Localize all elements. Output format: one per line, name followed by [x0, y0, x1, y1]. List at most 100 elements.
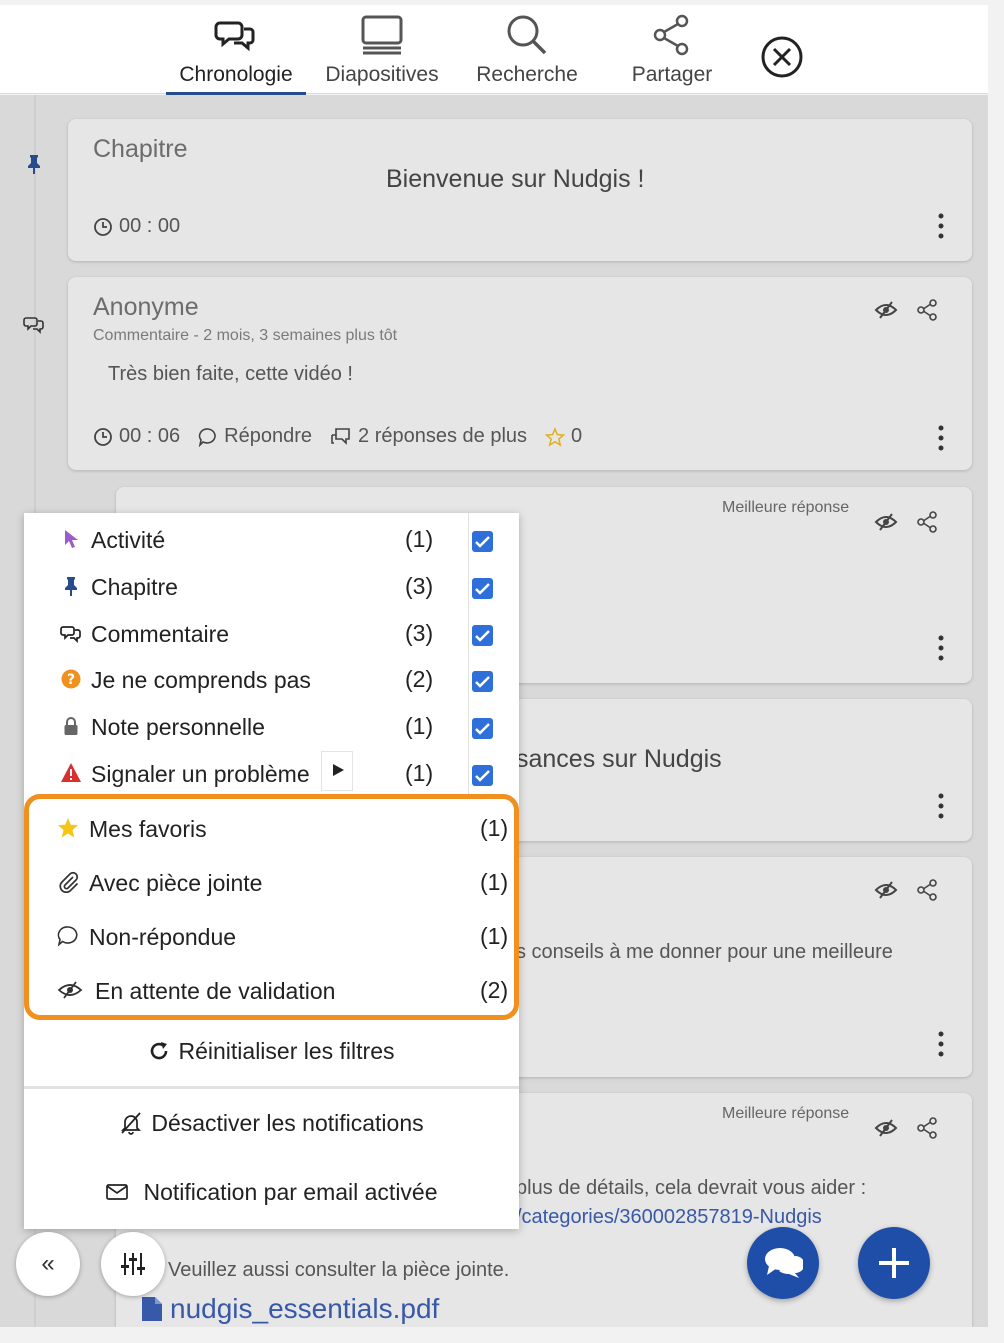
kebab-menu-icon[interactable] — [938, 793, 944, 819]
filter-label: Avec pièce jointe — [89, 870, 263, 896]
filter-label: Non-répondue — [89, 924, 237, 950]
filter-row-avec-piece-jointe[interactable]: Avec pièce jointe (1) — [29, 857, 514, 907]
filter-label: Mes favoris — [89, 816, 207, 842]
tab-recherche[interactable]: Recherche — [462, 13, 592, 95]
filter-checkbox[interactable] — [472, 718, 493, 739]
clock-icon — [94, 427, 112, 446]
eye-slash-icon[interactable] — [874, 879, 898, 901]
filter-row-signaler-un-probleme[interactable]: Signaler un problème (1) — [24, 752, 519, 796]
chat-bubbles-icon — [23, 317, 44, 334]
comment-author: Anonyme — [93, 293, 199, 321]
filter-row-non-repondue[interactable]: Non-répondue (1) — [29, 911, 514, 961]
add-fab[interactable] — [858, 1227, 930, 1299]
best-answer-label: Meilleure réponse — [722, 1105, 850, 1122]
share-icon[interactable] — [916, 879, 938, 901]
answer-link[interactable]: /categories/360002857819-Nudgis — [516, 1206, 822, 1229]
search-icon — [507, 15, 547, 55]
file-icon — [142, 1297, 162, 1321]
warning-icon — [61, 763, 81, 782]
clock-icon — [94, 217, 112, 236]
filter-label: Chapitre — [91, 574, 178, 600]
kebab-menu-icon[interactable] — [938, 213, 944, 239]
card-type: Chapitre — [93, 135, 188, 163]
disable-notifications-label: Désactiver les notifications — [151, 1109, 424, 1136]
tab-diapositives[interactable]: Diapositives — [316, 13, 448, 95]
more-replies-link[interactable]: 2 réponses de plus — [358, 425, 527, 448]
filter-count: (1) — [405, 760, 434, 786]
tab-partager[interactable]: Partager — [620, 13, 724, 95]
plus-icon — [879, 1248, 909, 1278]
chat-bubble-icon — [198, 427, 216, 447]
replies-icon — [331, 427, 350, 445]
sliders-icon — [121, 1253, 145, 1275]
answer-text: plus de détails, cela devrait vous aider… — [516, 1177, 867, 1199]
attachment-link[interactable]: nudgis_essentials.pdf — [140, 1293, 439, 1325]
chat-bubbles-icon — [214, 21, 255, 52]
star-outline-icon[interactable] — [545, 426, 566, 447]
filter-checkbox[interactable] — [472, 578, 493, 599]
chapter-card[interactable]: Chapitre Bienvenue sur Nudgis ! 00 : 00 — [68, 119, 972, 261]
chapter-title: sances sur Nudgis — [516, 745, 722, 773]
envelope-icon — [106, 1184, 129, 1200]
reply-link[interactable]: Répondre — [224, 425, 312, 448]
filter-count: (2) — [405, 666, 434, 692]
pin-icon — [28, 155, 40, 174]
filter-row-mes-favoris[interactable]: Mes favoris (1) — [29, 803, 514, 853]
star-icon — [58, 818, 78, 838]
filter-row-activite[interactable]: Activité (1) — [24, 518, 519, 562]
card-actions — [874, 1117, 938, 1139]
eye-slash-icon — [57, 981, 83, 999]
timestamp[interactable]: 00 : 06 — [119, 425, 180, 448]
pin-icon — [65, 577, 77, 596]
disable-notifications-button[interactable]: Désactiver les notifications — [24, 1108, 519, 1138]
filter-checkbox[interactable] — [472, 765, 493, 786]
eye-slash-icon[interactable] — [874, 511, 898, 533]
collapse-button[interactable]: « — [16, 1232, 80, 1296]
filter-checkbox[interactable] — [472, 625, 493, 646]
filter-row-chapitre[interactable]: Chapitre (3) — [24, 565, 519, 609]
filter-row-en-attente-de-validation[interactable]: En attente de validation (2) — [29, 965, 514, 1015]
card-footer: 00 : 06 Répondre 2 réponses de plus 0 — [93, 425, 582, 448]
kebab-menu-icon[interactable] — [938, 425, 944, 451]
reset-filters-label: Réinitialiser les filtres — [178, 1037, 395, 1064]
submenu-expand-button[interactable] — [321, 751, 353, 791]
filters-button[interactable] — [101, 1232, 165, 1296]
chapter-title: Bienvenue sur Nudgis ! — [386, 165, 645, 193]
chat-bubble-icon — [57, 926, 78, 947]
filter-count: (1) — [405, 526, 434, 552]
reset-filters-button[interactable]: Réinitialiser les filtres — [24, 1036, 519, 1066]
comment-text: Très bien faite, cette vidéo ! — [108, 363, 353, 385]
top-nav: Chronologie Diapositives Recherche Parta… — [0, 0, 988, 95]
tab-chronologie[interactable]: Chronologie — [166, 13, 306, 95]
share-icon[interactable] — [916, 299, 938, 321]
comment-card[interactable]: Anonyme Commentaire - 2 mois, 3 semaines… — [68, 277, 972, 470]
filter-row-note-personnelle[interactable]: Note personnelle (1) — [24, 705, 519, 749]
filter-checkbox[interactable] — [472, 531, 493, 552]
share-icon[interactable] — [916, 511, 938, 533]
filter-label: Je ne comprends pas — [91, 667, 311, 693]
filter-label: Signaler un problème — [91, 761, 310, 787]
eye-slash-icon[interactable] — [874, 1117, 898, 1139]
eye-slash-icon[interactable] — [874, 299, 898, 321]
card-actions — [874, 879, 938, 901]
caret-right-icon — [333, 764, 344, 776]
bell-slash-icon — [121, 1112, 142, 1135]
share-icon[interactable] — [916, 1117, 938, 1139]
kebab-menu-icon[interactable] — [938, 635, 944, 661]
kebab-menu-icon[interactable] — [938, 1031, 944, 1057]
close-circle-icon[interactable] — [760, 35, 804, 79]
timestamp[interactable]: 00 : 00 — [119, 215, 180, 238]
filter-checkbox[interactable] — [472, 671, 493, 692]
filter-count: (1) — [405, 713, 434, 739]
chat-bubbles-icon — [765, 1248, 803, 1278]
paperclip-icon — [59, 871, 79, 893]
filter-count: (3) — [405, 620, 434, 646]
tab-label: Partager — [631, 63, 713, 86]
star-count: 0 — [571, 425, 583, 447]
filter-row-commentaire[interactable]: Commentaire (3) — [24, 612, 519, 656]
lock-icon — [64, 717, 78, 735]
email-notification-button[interactable]: Notification par email activée — [24, 1177, 519, 1207]
comments-fab[interactable] — [747, 1227, 819, 1299]
filter-row-je-ne-comprends-pas[interactable]: ? Je ne comprends pas (2) — [24, 658, 519, 702]
svg-text:?: ? — [67, 672, 75, 688]
